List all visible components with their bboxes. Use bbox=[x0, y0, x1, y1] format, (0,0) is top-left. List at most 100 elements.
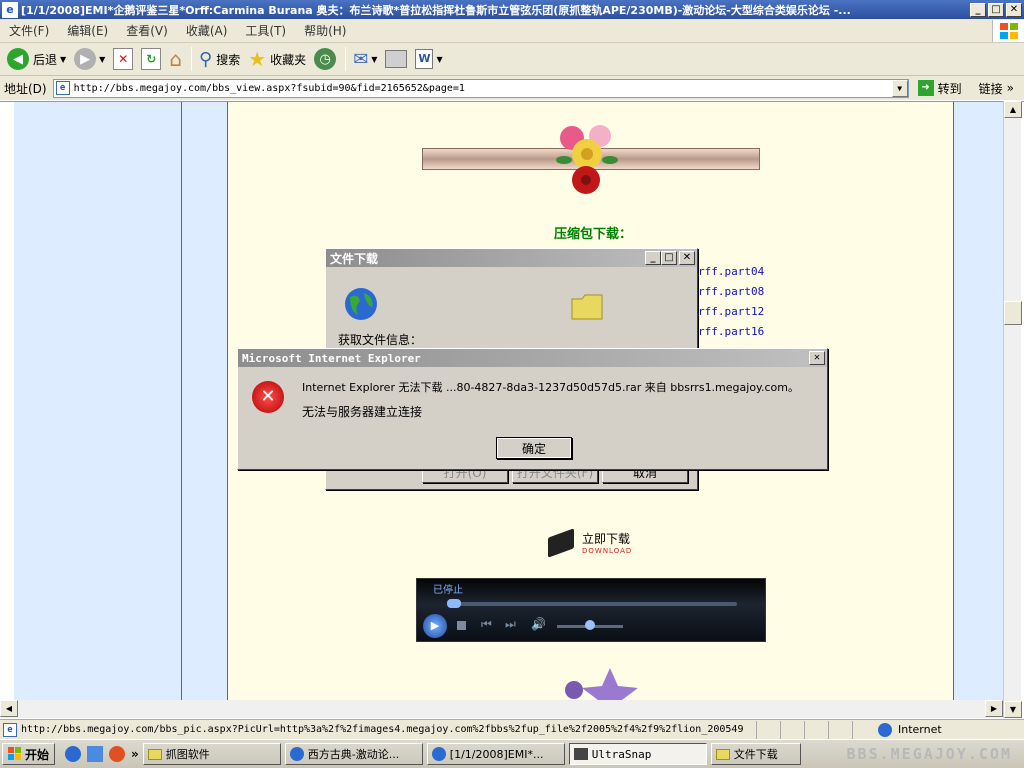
home-button[interactable]: ⌂ bbox=[166, 45, 185, 73]
history-button[interactable]: ◷ bbox=[311, 45, 339, 73]
toolbar-separator bbox=[191, 47, 193, 71]
dropdown-arrow-icon[interactable]: ▼ bbox=[60, 55, 66, 64]
menu-edit[interactable]: 编辑(E) bbox=[58, 22, 117, 39]
part-link[interactable]: rff.part04 bbox=[698, 265, 764, 278]
taskbar-item-label: 西方古典-激动论... bbox=[307, 748, 400, 761]
taskbar-item[interactable]: [1/1/2008]EMI*... bbox=[426, 743, 565, 765]
taskbar-item-label: 文件下载 bbox=[733, 748, 778, 761]
links-label[interactable]: 链接 bbox=[979, 80, 1003, 97]
part-link[interactable]: rff.part12 bbox=[698, 305, 764, 318]
status-cell bbox=[781, 720, 805, 739]
menu-favorites[interactable]: 收藏(A) bbox=[177, 22, 237, 39]
favorites-label: 收藏夹 bbox=[270, 52, 307, 67]
close-button[interactable]: ✕ bbox=[679, 251, 695, 265]
error-dialog-title: Microsoft Internet Explorer bbox=[242, 351, 421, 365]
next-icon[interactable]: ⏭ bbox=[505, 617, 516, 632]
scroll-up-button[interactable]: ▲ bbox=[1004, 101, 1022, 118]
address-label: 地址(D) bbox=[4, 81, 47, 96]
toolbar-separator bbox=[345, 47, 347, 71]
download-now-label: 立即下载 bbox=[582, 532, 631, 546]
maximize-button[interactable]: □ bbox=[661, 251, 677, 265]
favorites-button[interactable]: ★ 收藏夹 bbox=[245, 45, 309, 73]
taskbar-item[interactable]: 西方古典-激动论... bbox=[284, 743, 423, 765]
close-button[interactable]: ✕ bbox=[1006, 2, 1022, 17]
minimize-button[interactable]: _ bbox=[970, 2, 986, 17]
search-button[interactable]: ⚲ 搜索 bbox=[196, 45, 243, 73]
seek-thumb[interactable] bbox=[447, 599, 461, 608]
minimize-button[interactable]: _ bbox=[645, 251, 661, 265]
dropdown-arrow-icon[interactable]: ▼ bbox=[371, 55, 377, 64]
ie-icon bbox=[289, 747, 304, 761]
scroll-left-button[interactable]: ◀ bbox=[0, 700, 18, 717]
go-button[interactable]: ➜ 转到 bbox=[915, 74, 965, 102]
status-cell bbox=[805, 720, 829, 739]
menu-file[interactable]: 文件(F) bbox=[0, 22, 58, 39]
edit-button[interactable]: W ▼ bbox=[412, 45, 445, 73]
windows-flag-icon bbox=[8, 747, 21, 760]
stop-button[interactable]: ✕ bbox=[110, 45, 136, 73]
chevron-right-icon[interactable]: » bbox=[1007, 81, 1014, 95]
scroll-thumb[interactable] bbox=[1004, 301, 1022, 325]
globe-icon bbox=[345, 288, 377, 320]
back-arrow-icon: ◀ bbox=[7, 48, 29, 70]
windows-logo-icon bbox=[992, 19, 1024, 42]
horizontal-scrollbar[interactable]: ◀ ▶ bbox=[0, 700, 1003, 718]
seek-bar[interactable] bbox=[447, 602, 737, 606]
quicklaunch-media-icon[interactable] bbox=[109, 746, 126, 762]
file-download-title: 文件下载 bbox=[330, 251, 379, 266]
download-now-button[interactable]: 立即下载 DOWNLOAD bbox=[548, 527, 633, 558]
address-input[interactable]: e http://bbs.megajoy.com/bbs_view.aspx?f… bbox=[52, 78, 909, 98]
menu-help[interactable]: 帮助(H) bbox=[295, 22, 355, 39]
volume-icon[interactable]: 🔊 bbox=[531, 617, 546, 631]
mail-icon: ✉ bbox=[353, 48, 369, 70]
taskbar-item-label: UltraSnap bbox=[591, 747, 652, 761]
chevron-right-icon[interactable]: » bbox=[131, 747, 139, 761]
refresh-button[interactable]: ↻ bbox=[138, 45, 164, 73]
error-dialog-titlebar: Microsoft Internet Explorer ✕ bbox=[238, 349, 827, 367]
volume-thumb[interactable] bbox=[585, 620, 595, 630]
print-button[interactable] bbox=[382, 45, 410, 73]
ok-button[interactable]: 确定 bbox=[496, 437, 572, 459]
part-link[interactable]: rff.part08 bbox=[698, 285, 764, 298]
taskbar-item[interactable]: 文件下载 bbox=[710, 743, 801, 765]
previous-icon[interactable]: ⏮ bbox=[481, 617, 492, 632]
close-button[interactable]: ✕ bbox=[809, 351, 825, 365]
camera-icon bbox=[573, 748, 588, 760]
dropdown-arrow-icon[interactable]: ▼ bbox=[436, 55, 442, 64]
search-label: 搜索 bbox=[216, 52, 241, 67]
address-dropdown-button[interactable]: ▼ bbox=[891, 79, 908, 97]
refresh-icon: ↻ bbox=[141, 48, 162, 70]
forward-button[interactable]: ▶ ▼ bbox=[71, 45, 108, 73]
quicklaunch-outlook-icon[interactable] bbox=[87, 746, 104, 762]
play-button[interactable]: ▶ bbox=[423, 614, 447, 638]
scroll-down-button[interactable]: ▼ bbox=[1004, 701, 1022, 718]
taskbar-item[interactable]: UltraSnap bbox=[568, 743, 707, 765]
dropdown-arrow-icon[interactable]: ▼ bbox=[99, 55, 105, 64]
vertical-scrollbar[interactable]: ▲ ▼ bbox=[1003, 101, 1022, 718]
download-heading: 压缩包下载： bbox=[554, 227, 633, 242]
error-message-detail: 无法与服务器建立连接 bbox=[302, 405, 423, 419]
media-player: 已停止 ▶ ⏮ ⏭ 🔊 bbox=[416, 578, 766, 642]
maximize-button[interactable]: □ bbox=[988, 2, 1004, 17]
menu-view[interactable]: 查看(V) bbox=[117, 22, 177, 39]
page-icon: e bbox=[55, 81, 70, 95]
taskbar-item-label: [1/1/2008]EMI*... bbox=[449, 747, 544, 761]
download-en-label: DOWNLOAD bbox=[582, 547, 633, 555]
title-bar: e [1/1/2008]EMI*企鹅评鉴三星*Orff:Carmina Bura… bbox=[0, 0, 1024, 19]
quicklaunch-ie-icon[interactable] bbox=[65, 746, 82, 762]
taskbar-item[interactable]: 抓图软件 bbox=[142, 743, 281, 765]
window-title: [1/1/2008]EMI*企鹅评鉴三星*Orff:Carmina Burana… bbox=[21, 3, 851, 17]
start-button[interactable]: 开始 bbox=[2, 743, 56, 765]
stop-button-player[interactable] bbox=[457, 621, 466, 630]
menu-tools[interactable]: 工具(T) bbox=[236, 22, 295, 39]
address-url: http://bbs.megajoy.com/bbs_view.aspx?fsu… bbox=[73, 82, 465, 94]
go-arrow-icon: ➜ bbox=[917, 80, 934, 96]
mail-button[interactable]: ✉ ▼ bbox=[350, 45, 380, 73]
home-icon: ⌂ bbox=[169, 47, 183, 71]
scroll-right-button[interactable]: ▶ bbox=[985, 700, 1003, 717]
file-download-titlebar: 文件下载 _ □ ✕ bbox=[326, 249, 697, 267]
folder-icon bbox=[147, 748, 162, 760]
back-button[interactable]: ◀ 后退 ▼ bbox=[4, 45, 69, 73]
error-dialog: Microsoft Internet Explorer ✕ ✕ Internet… bbox=[237, 348, 828, 470]
part-link[interactable]: rff.part16 bbox=[698, 325, 764, 338]
